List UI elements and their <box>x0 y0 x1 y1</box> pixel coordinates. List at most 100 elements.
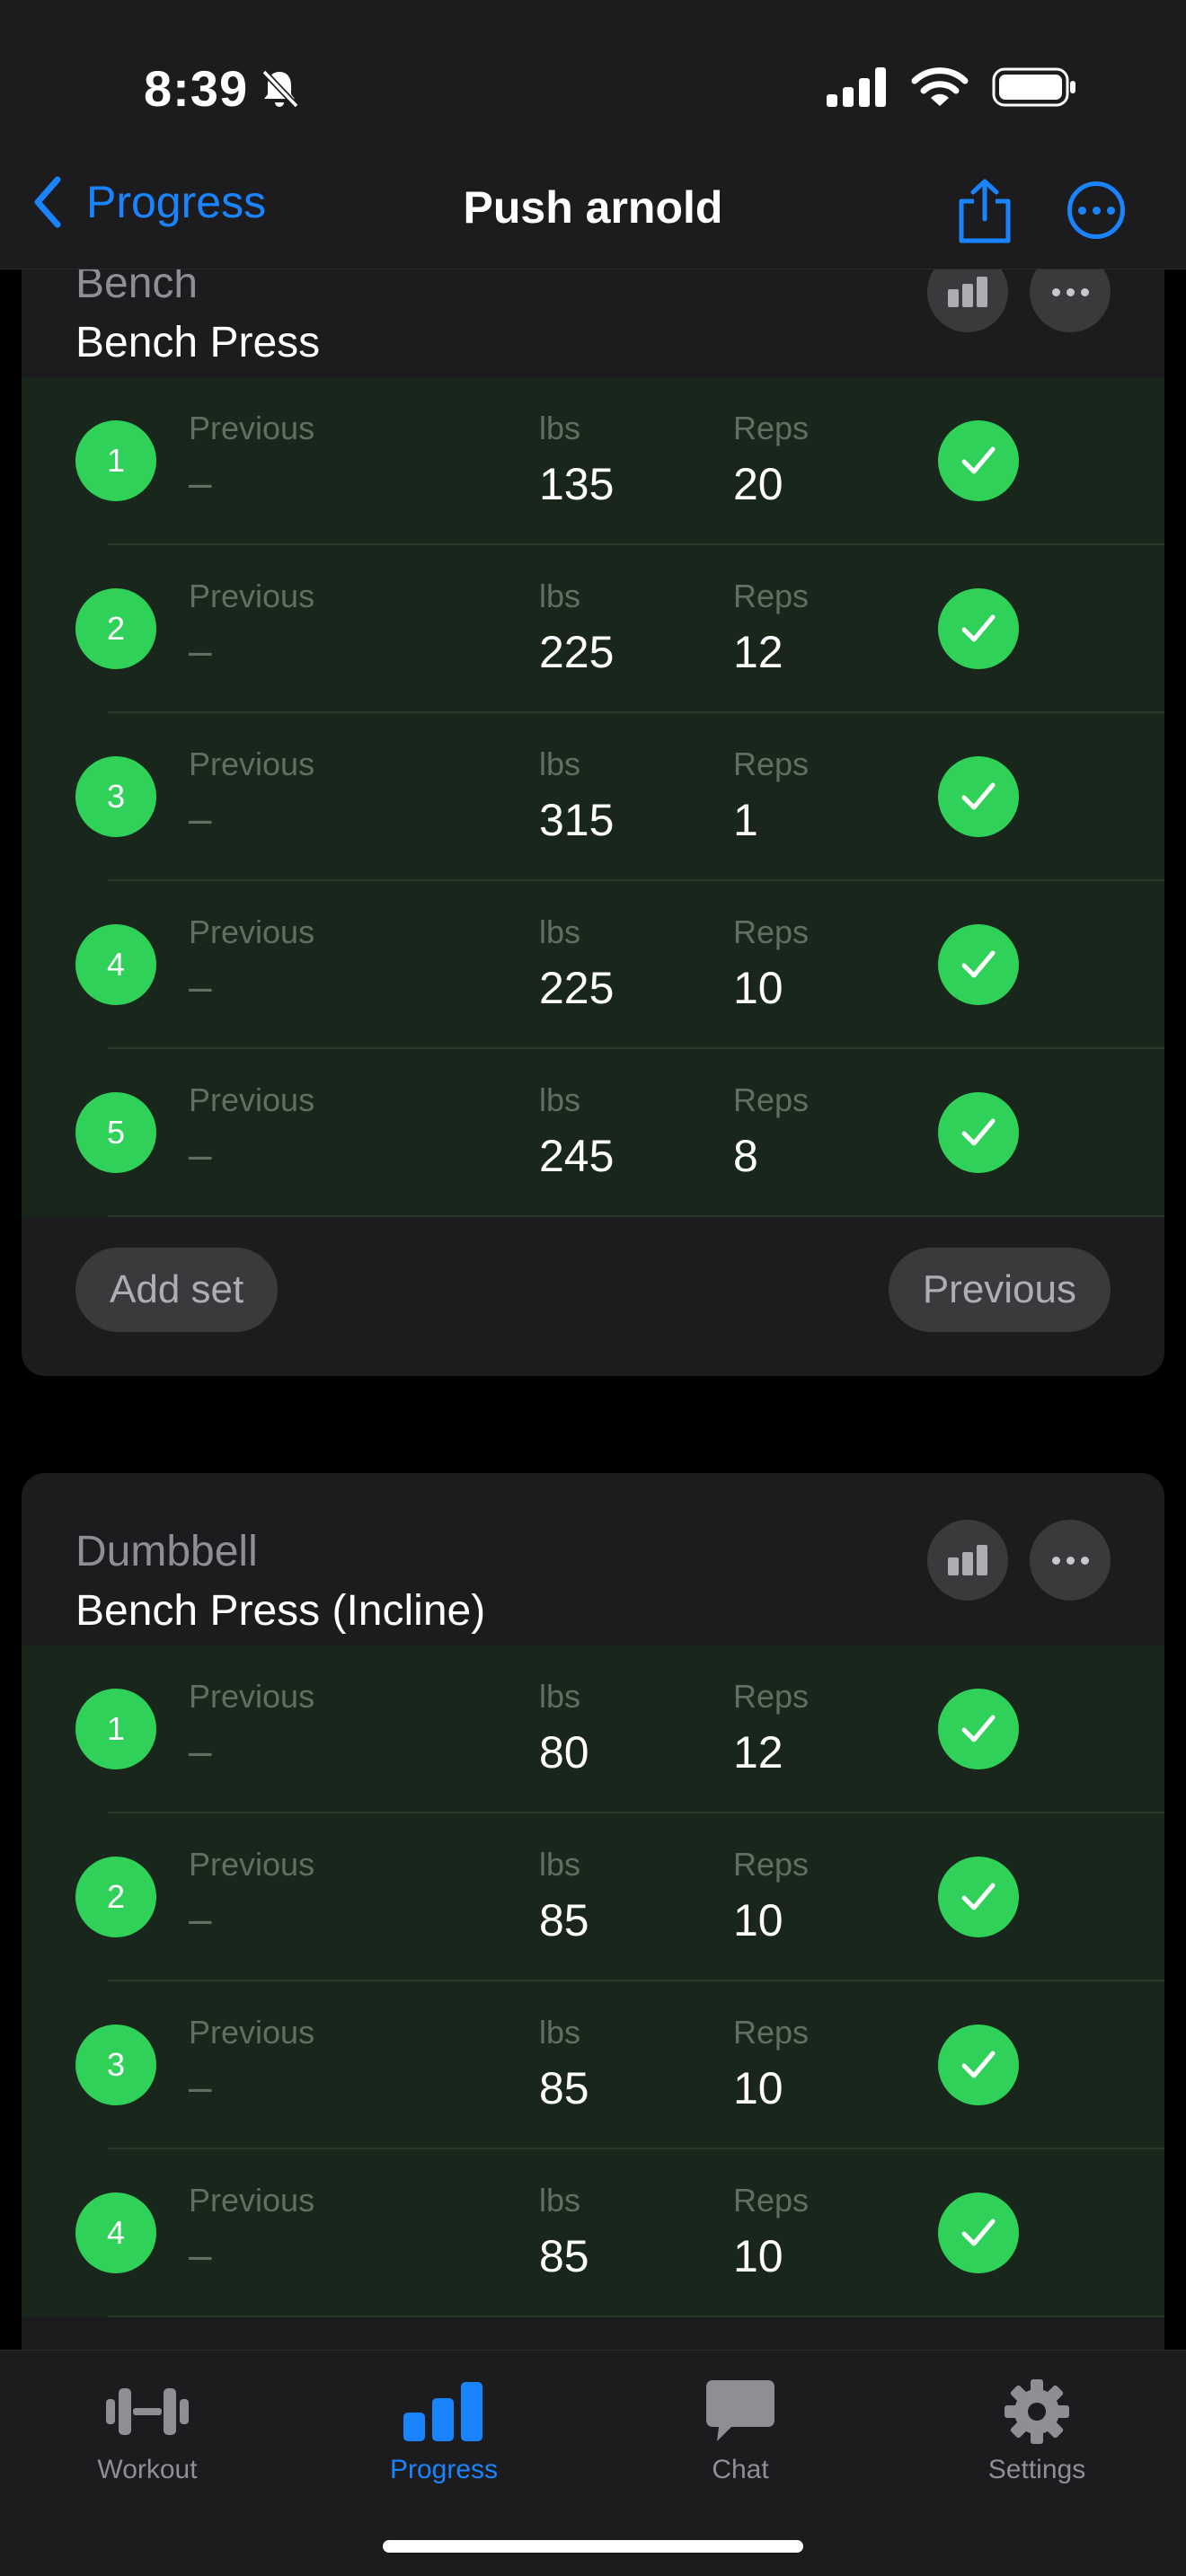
tab-workout[interactable]: Workout <box>40 2376 255 2485</box>
set-number-badge[interactable]: 4 <box>75 2192 156 2273</box>
reps-input[interactable]: 12 <box>733 626 783 678</box>
reps-input[interactable]: 10 <box>733 962 783 1014</box>
previous-value: – <box>189 2231 212 2278</box>
reps-input[interactable]: 10 <box>733 1894 783 1946</box>
lbs-input[interactable]: 80 <box>539 1726 589 1778</box>
cellular-signal-icon <box>827 67 886 107</box>
reps-input[interactable]: 10 <box>733 2230 783 2282</box>
previous-value: – <box>189 459 212 506</box>
set-list: 1 Previous – lbs 135 Reps 20 2 Previous – lbs 225 Re… <box>22 377 1164 1217</box>
previous-label: Previous <box>189 1081 315 1118</box>
complete-set-button[interactable] <box>938 756 1019 837</box>
tab-settings[interactable]: Settings <box>929 2376 1145 2485</box>
exercise-more-button[interactable] <box>1030 1520 1111 1601</box>
share-icon[interactable] <box>956 178 1013 244</box>
reps-label: Reps <box>733 913 810 950</box>
add-set-button[interactable]: Add set <box>75 1248 279 1332</box>
reps-input[interactable]: 8 <box>733 1130 758 1182</box>
set-number-badge[interactable]: 5 <box>75 1092 156 1173</box>
previous-label: Previous <box>189 913 315 950</box>
lbs-input[interactable]: 315 <box>539 794 614 846</box>
reps-input[interactable]: 12 <box>733 1726 783 1778</box>
previous-value: – <box>189 627 212 674</box>
dot <box>1106 206 1115 215</box>
tab-chat[interactable]: Chat <box>633 2376 848 2485</box>
lbs-label: lbs <box>539 578 581 614</box>
bar-chart-icon <box>948 277 987 307</box>
set-number-badge[interactable]: 4 <box>75 924 156 1005</box>
lbs-input[interactable]: 225 <box>539 626 614 678</box>
lbs-input[interactable]: 85 <box>539 2230 589 2282</box>
set-row: 5 Previous – lbs 245 Reps 8 <box>22 1049 1164 1217</box>
set-number-badge[interactable]: 3 <box>75 2025 156 2105</box>
set-row: 4 Previous – lbs 225 Reps 10 <box>22 881 1164 1049</box>
reps-label: Reps <box>733 745 810 782</box>
reps-input[interactable]: 20 <box>733 458 783 510</box>
status-indicators <box>827 66 1078 108</box>
complete-set-button[interactable] <box>938 1857 1019 1937</box>
reps-input[interactable]: 10 <box>733 2062 783 2114</box>
set-list: 1 Previous – lbs 80 Reps 12 2 Previous – lbs 85 Reps… <box>22 1645 1164 2317</box>
bar-chart-icon <box>403 2382 482 2441</box>
wifi-icon <box>911 67 969 106</box>
set-number-badge[interactable]: 1 <box>75 1689 156 1769</box>
set-row: 1 Previous – lbs 135 Reps 20 <box>22 377 1164 545</box>
set-number-badge[interactable]: 2 <box>75 588 156 669</box>
reps-label: Reps <box>733 1846 810 1883</box>
tab-progress[interactable]: Progress <box>336 2376 552 2485</box>
lbs-label: lbs <box>539 2014 581 2051</box>
lbs-input[interactable]: 85 <box>539 2062 589 2114</box>
battery-icon <box>992 67 1075 107</box>
chat-bubble-icon <box>706 2380 774 2441</box>
exercise-stats-button[interactable] <box>927 1520 1008 1601</box>
checkmark-icon <box>961 782 996 810</box>
complete-set-button[interactable] <box>938 1689 1019 1769</box>
previous-label: Previous <box>189 1846 315 1883</box>
reps-input[interactable]: 1 <box>733 794 758 846</box>
bell-muted-icon <box>261 69 299 109</box>
exercise-name: Bench Press (Incline) <box>75 1587 486 1635</box>
lbs-label: lbs <box>539 1846 581 1883</box>
lbs-label: lbs <box>539 913 581 950</box>
complete-set-button[interactable] <box>938 420 1019 501</box>
exercise-name: Bench Press <box>75 319 321 366</box>
set-row: 4 Previous – lbs 85 Reps 10 <box>22 2149 1164 2317</box>
lbs-input[interactable]: 225 <box>539 962 614 1014</box>
checkmark-icon <box>961 614 996 642</box>
complete-set-button[interactable] <box>938 2025 1019 2105</box>
lbs-input[interactable]: 135 <box>539 458 614 510</box>
previous-button[interactable]: Previous <box>888 1248 1111 1332</box>
more-options-button[interactable] <box>1067 181 1125 239</box>
set-number-badge[interactable]: 2 <box>75 1857 156 1937</box>
set-row: 2 Previous – lbs 225 Reps 12 <box>22 545 1164 713</box>
reps-label: Reps <box>733 2014 810 2051</box>
previous-label: Previous <box>189 2014 315 2051</box>
set-number-badge[interactable]: 1 <box>75 420 156 501</box>
previous-value: – <box>189 2063 212 2110</box>
complete-set-button[interactable] <box>938 588 1019 669</box>
lbs-input[interactable]: 85 <box>539 1894 589 1946</box>
previous-value: – <box>189 1131 212 1178</box>
complete-set-button[interactable] <box>938 1092 1019 1173</box>
complete-set-button[interactable] <box>938 2192 1019 2273</box>
lbs-input[interactable]: 245 <box>539 1130 614 1182</box>
tab-label: Progress <box>389 2455 499 2484</box>
exercise-footer: Add set Previous <box>22 1217 1164 1376</box>
top-bar: 8:39 Progress Push arnold <box>0 0 1186 269</box>
bar-chart-icon <box>948 1545 987 1575</box>
previous-label: Previous <box>189 2182 315 2219</box>
set-row: 2 Previous – lbs 85 Reps 10 <box>22 1813 1164 1981</box>
exercise-category: Dumbbell <box>75 1528 258 1575</box>
reps-label: Reps <box>733 578 810 614</box>
dot <box>1051 1556 1060 1565</box>
reps-label: Reps <box>733 1678 810 1715</box>
previous-label: Previous <box>189 745 315 782</box>
complete-set-button[interactable] <box>938 924 1019 1005</box>
dot <box>1092 206 1101 215</box>
lbs-label: lbs <box>539 410 581 446</box>
set-number-badge[interactable]: 3 <box>75 756 156 837</box>
previous-label: Previous <box>189 578 315 614</box>
tab-label: Workout <box>97 2455 198 2484</box>
set-row: 1 Previous – lbs 80 Reps 12 <box>22 1645 1164 1813</box>
previous-value: – <box>189 1727 212 1774</box>
